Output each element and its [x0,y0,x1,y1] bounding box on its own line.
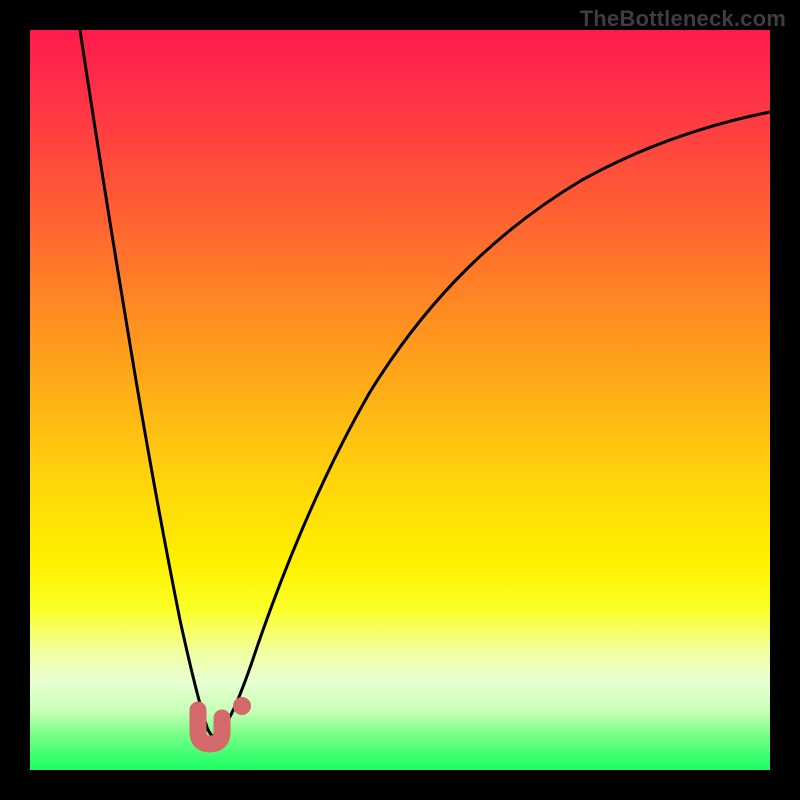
bottleneck-curve-right [212,112,770,736]
bottleneck-curve-left [80,30,212,736]
plot-area [30,30,770,770]
watermark-text: TheBottleneck.com [580,6,786,32]
optimum-marker-dot [233,697,251,715]
chart-frame: TheBottleneck.com [0,0,800,800]
optimum-marker-u [198,710,222,744]
curve-layer [30,30,770,770]
